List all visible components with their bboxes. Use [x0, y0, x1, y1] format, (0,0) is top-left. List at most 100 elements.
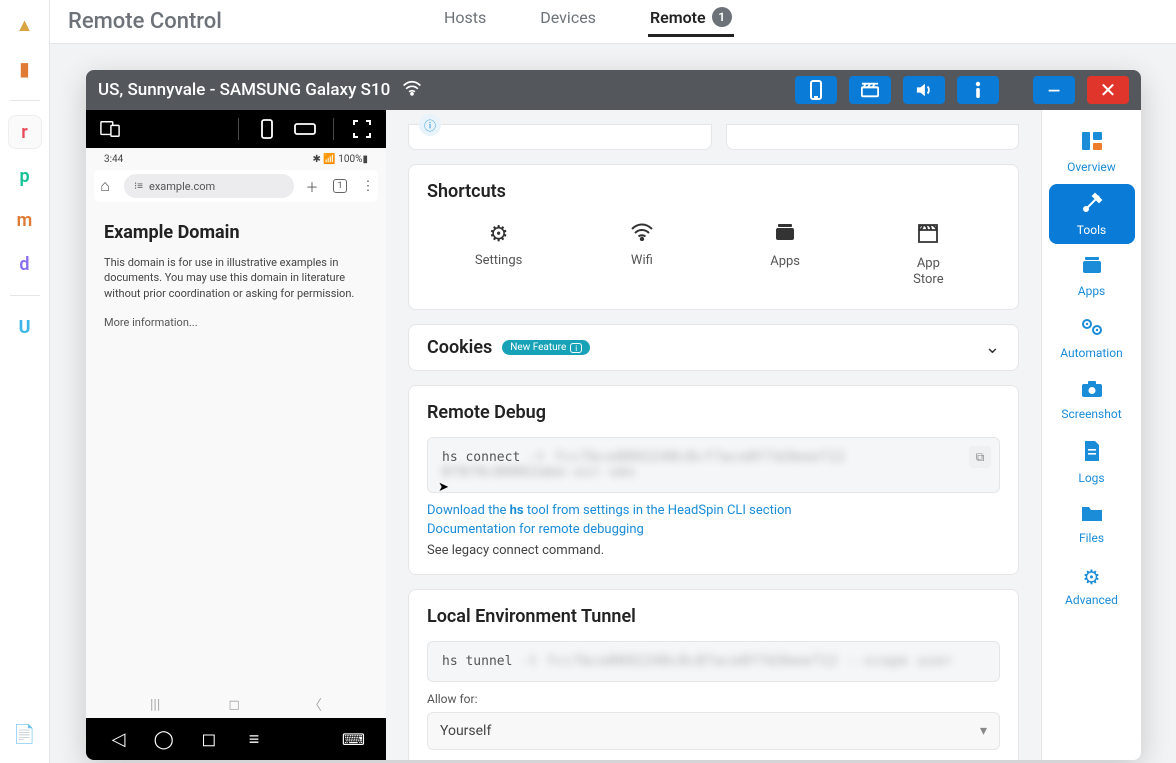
window-titlebar: US, Sunnyvale - SAMSUNG Galaxy S10 — ✕: [86, 70, 1141, 110]
sidebar-item-logs[interactable]: Logs: [1049, 432, 1135, 492]
sidebar-item-advanced[interactable]: ⚙ Advanced: [1049, 556, 1135, 616]
rail-icon-0[interactable]: ▲: [8, 8, 42, 42]
tab-hosts[interactable]: Hosts: [442, 8, 488, 37]
minimize-button[interactable]: —: [1033, 76, 1075, 104]
nav-recent-icon[interactable]: ◻: [194, 729, 224, 750]
clapper-icon-button[interactable]: [849, 76, 891, 104]
rail-icon-bottom[interactable]: 📄: [8, 717, 42, 751]
shortcut-apps[interactable]: Apps: [735, 222, 835, 287]
sidebar-tools-label: Tools: [1077, 223, 1106, 237]
cookies-title: Cookies: [427, 337, 492, 358]
rail-icon-5[interactable]: d: [8, 247, 42, 281]
gear-icon: ⚙: [489, 222, 509, 247]
legacy-text: See legacy connect command.: [427, 543, 1000, 558]
device-icon-button[interactable]: [795, 76, 837, 104]
tunnel-card: Local Environment Tunnel hs tunnel -t fc…: [408, 589, 1019, 760]
shortcut-wifi[interactable]: Wifi: [592, 222, 692, 287]
home-icon[interactable]: ⌂: [94, 176, 116, 196]
fullscreen-icon[interactable]: [348, 116, 376, 142]
right-sidebar: Overview Tools Apps Automation: [1041, 110, 1141, 760]
tab-devices[interactable]: Devices: [538, 8, 598, 37]
store-icon: [916, 222, 940, 250]
shortcut-wifi-label: Wifi: [631, 253, 653, 269]
remote-debug-card: Remote Debug hs connect -t fcc7bce889224…: [408, 385, 1019, 575]
webpage-content: Example Domain This domain is for use in…: [86, 206, 386, 346]
main-tabs: Hosts Devices Remote 1: [442, 0, 734, 44]
rail-icon-4[interactable]: m: [8, 203, 42, 237]
page-paragraph: This domain is for use in illustrative e…: [104, 255, 368, 301]
select-caret-icon: ▾: [980, 723, 987, 739]
tunnel-cmd-blurred: -t fcc7bce8892240c8c87ace8f7d3bee712 --s…: [520, 654, 953, 669]
gear-side-icon: ⚙: [1083, 565, 1101, 589]
tunnel-title: Local Environment Tunnel: [427, 606, 1000, 627]
remote-window: US, Sunnyvale - SAMSUNG Galaxy S10 — ✕: [86, 70, 1141, 760]
sidebar-item-overview[interactable]: Overview: [1049, 122, 1135, 182]
wifi-icon: [402, 80, 422, 101]
keyboard-icon[interactable]: ⌨: [338, 730, 368, 749]
logs-icon: [1083, 440, 1101, 467]
android-softkeys: ||| ◻ 〈: [86, 692, 386, 718]
tabs-icon[interactable]: 1: [333, 179, 347, 193]
tab-remote-badge: 1: [712, 7, 732, 27]
back-softkey[interactable]: 〈: [308, 695, 322, 715]
new-tab-icon[interactable]: ＋: [302, 177, 322, 196]
page-heading: Example Domain: [104, 222, 368, 243]
phone-panel: 3:44 ✱ 📶 100%▮ ⌂ ⁝≡ example.com ＋ 1 ⋮ Ex…: [86, 110, 386, 760]
more-info-link[interactable]: More information...: [104, 316, 198, 329]
rail-icon-6[interactable]: U: [8, 310, 42, 344]
nav-back-icon[interactable]: ◁: [104, 729, 134, 750]
docs-link[interactable]: Documentation for remote debugging: [427, 522, 1000, 537]
sidebar-item-tools[interactable]: Tools: [1049, 184, 1135, 244]
status-time: 3:44: [104, 154, 123, 165]
home-softkey[interactable]: ◻: [228, 697, 240, 713]
connect-command[interactable]: hs connect -t fcc7bce8892248c8cf7ace8f7d…: [427, 437, 1000, 493]
main-header: Remote Control Hosts Devices Remote 1: [50, 0, 1176, 44]
cookies-card[interactable]: Cookies New Feature i ⌄: [408, 324, 1019, 371]
sidebar-apps-label: Apps: [1078, 284, 1106, 298]
phone-toolbar: [86, 110, 386, 148]
copy-icon[interactable]: ⧉: [969, 446, 991, 468]
browser-menu-icon[interactable]: ⋮: [358, 179, 378, 194]
sidebar-screenshot-label: Screenshot: [1061, 407, 1121, 421]
apps-icon: [774, 222, 796, 248]
shortcut-appstore[interactable]: App Store: [878, 222, 978, 287]
sidebar-item-automation[interactable]: Automation: [1049, 308, 1135, 368]
sidebar-item-screenshot[interactable]: Screenshot: [1049, 370, 1135, 430]
url-bar[interactable]: ⁝≡ example.com: [124, 174, 294, 198]
sidebar-item-apps[interactable]: Apps: [1049, 246, 1135, 306]
browser-bar: ⌂ ⁝≡ example.com ＋ 1 ⋮: [94, 170, 378, 202]
allow-for-select[interactable]: Yourself ▾: [427, 712, 1000, 750]
mini-card-left: ⓘ: [408, 124, 712, 150]
nav-home-icon[interactable]: ◯: [149, 729, 179, 750]
site-info-icon: ⁝≡: [134, 181, 143, 192]
mini-card-right: [726, 124, 1020, 150]
nav-menu-icon[interactable]: ≡: [239, 729, 269, 750]
allow-for-label: Allow for:: [427, 692, 1000, 706]
automation-icon: [1080, 317, 1104, 342]
recent-softkey[interactable]: |||: [150, 697, 160, 713]
phone-screen[interactable]: 3:44 ✱ 📶 100%▮ ⌂ ⁝≡ example.com ＋ 1 ⋮ Ex…: [86, 148, 386, 718]
landscape-icon[interactable]: [291, 116, 319, 142]
sidebar-item-files[interactable]: Files: [1049, 494, 1135, 554]
portrait-icon[interactable]: [253, 116, 281, 142]
tools-panel: ⓘ Shortcuts ⚙ Settings Wifi: [386, 110, 1041, 760]
tab-remote[interactable]: Remote 1: [648, 7, 734, 37]
status-battery: ✱ 📶 100%▮: [313, 154, 369, 165]
download-hs-link[interactable]: Download the hs tool from settings in th…: [427, 503, 1000, 518]
devices-icon[interactable]: [96, 116, 124, 142]
new-feature-badge: New Feature i: [502, 340, 590, 355]
tunnel-command[interactable]: hs tunnel -t fcc7bce8892240c8c87ace8f7d3…: [427, 641, 1000, 682]
rail-icon-2[interactable]: r: [8, 115, 42, 149]
close-button[interactable]: ✕: [1087, 76, 1129, 104]
chevron-down-icon[interactable]: ⌄: [985, 337, 1000, 358]
shortcut-settings[interactable]: ⚙ Settings: [449, 222, 549, 287]
window-title: US, Sunnyvale - SAMSUNG Galaxy S10: [98, 80, 390, 100]
apps-side-icon: [1081, 255, 1103, 280]
rail-icon-3[interactable]: p: [8, 159, 42, 193]
volume-icon-button[interactable]: [903, 76, 945, 104]
rail-icon-1[interactable]: ▮: [8, 52, 42, 86]
info-icon-button[interactable]: [957, 76, 999, 104]
phone-nav: ◁ ◯ ◻ ≡ ⌨: [86, 718, 386, 760]
wifi-signal-icon: [630, 222, 654, 247]
info-circle-icon: ⓘ: [419, 114, 441, 136]
